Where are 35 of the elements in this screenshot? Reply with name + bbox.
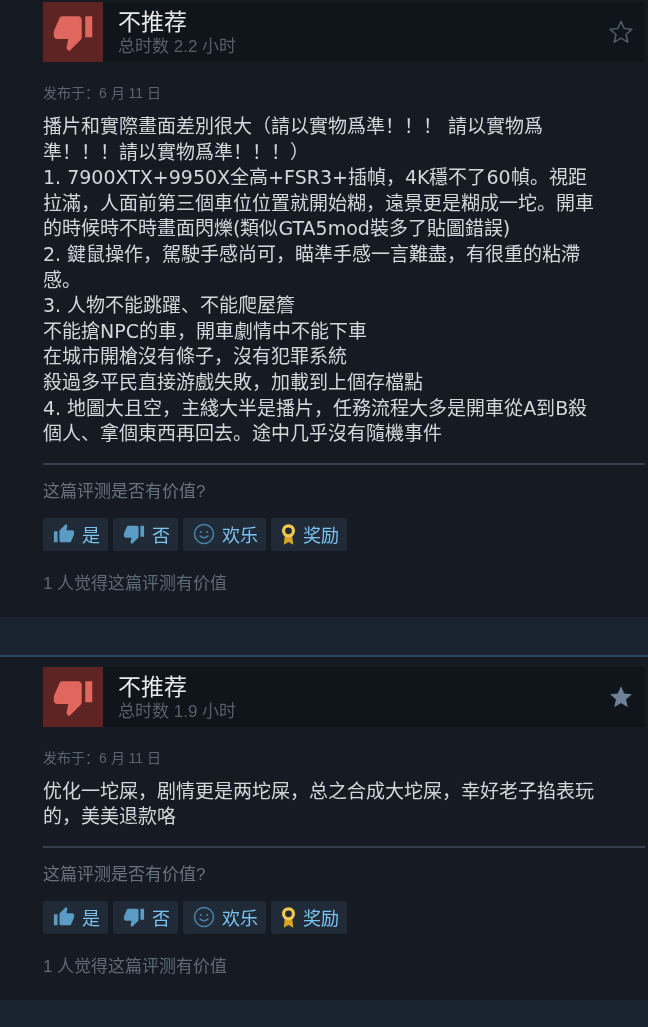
yes-button[interactable]: 是 xyxy=(43,517,108,551)
review-text: 3. 人物不能跳躍、不能爬屋簷 xyxy=(43,293,297,319)
funny-button[interactable]: 欢乐 xyxy=(183,900,266,934)
award-button[interactable]: 奖励 xyxy=(271,517,347,551)
review-text: 优化一坨屎，剧情更是两坨屎，总之合成大坨屎，幸好老子掐表玩的，美美退款咯 xyxy=(43,778,595,830)
thumbs-down-icon xyxy=(123,906,145,929)
star-icon[interactable] xyxy=(609,20,633,44)
review-text: 殺過多平民直接游戲失敗，加載到上個存檔點 xyxy=(43,369,424,395)
no-button[interactable]: 否 xyxy=(113,900,178,934)
playtime-label: 总时数 2.2 小时 xyxy=(118,36,238,57)
no-button[interactable]: 否 xyxy=(113,517,178,551)
yes-button[interactable]: 是 xyxy=(43,900,108,934)
verdict-title: 不推荐 xyxy=(118,672,188,701)
award-ribbon-icon xyxy=(281,522,296,546)
award-button[interactable]: 奖励 xyxy=(271,900,347,934)
verdict-title: 不推荐 xyxy=(118,8,188,36)
star-icon[interactable] xyxy=(609,684,633,709)
smiley-icon xyxy=(193,523,215,546)
review-text: 播片和實際畫面差別很大（請以實物爲準！！！ 請以實物爲準！！！請以實物爲準！！！） xyxy=(43,114,545,165)
award-ribbon-icon xyxy=(281,905,296,929)
posted-date: 发布于：6 月 11 日 xyxy=(43,748,162,767)
review-text: 在城市開槍沒有條子，沒有犯罪系統 xyxy=(43,344,348,370)
playtime-label: 总时数 1.9 小时 xyxy=(118,700,238,722)
review-text: 1. 7900XTX+9950X全高+FSR3+插幀，4K穩不了60幀。視距拉滿，人面前第三個車位位置就開始糊，遠景更是糊成一坨。開車的時候時不時畫面閃爍(類似GTA5mod裝多了貼圖錯誤) xyxy=(43,165,595,242)
helpful-count: 1 人觉得这篇评测有价值 xyxy=(43,956,229,977)
smiley-icon xyxy=(193,906,215,929)
review-text: 2. 鍵鼠操作，駕駛手感尚可，瞄準手感一言難盡，有很重的粘滯感。 xyxy=(43,241,582,293)
helpful-question: 这篇评测是否有价值? xyxy=(43,481,207,502)
thumbs-down-icon xyxy=(123,523,145,546)
helpful-count: 1 人觉得这篇评测有价值 xyxy=(43,573,229,594)
helpful-question: 这篇评测是否有价值? xyxy=(43,864,207,885)
review-text: 4. 地圖大且空，主綫大半是播片，任務流程大多是開車從A到B殺個人、拿個東西再回去。途中几乎沒有隨機事件 xyxy=(43,395,589,447)
posted-date: 发布于：6 月 11 日 xyxy=(43,84,162,102)
review-text: 不能搶NPC的車，開車劇情中不能下車 xyxy=(43,318,368,344)
funny-button[interactable]: 欢乐 xyxy=(183,517,266,551)
